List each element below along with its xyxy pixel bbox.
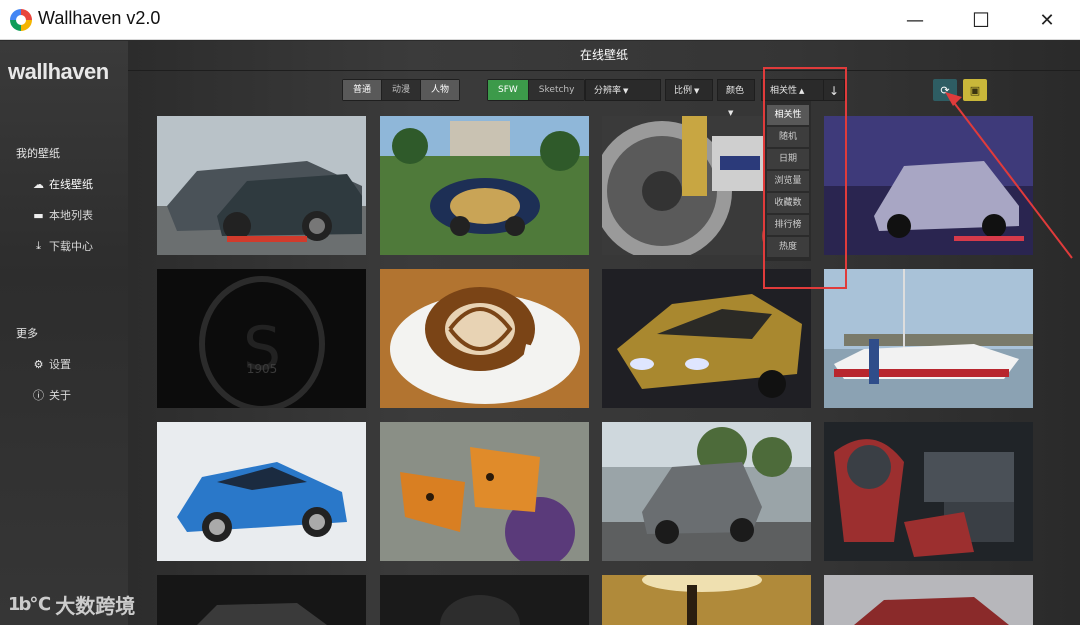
main-panel: 在线壁纸 普通 动漫 人物 SFW Sketchy 分辨率 ▼ 比例 ▼ 颜色▼ 相… — [128, 41, 1080, 625]
wallpaper-thumb[interactable] — [824, 116, 1033, 255]
sidebar-item-label: 本地列表 — [49, 209, 93, 222]
filter-toolbar: 普通 动漫 人物 SFW Sketchy 分辨率 ▼ 比例 ▼ 颜色▼ 相关性 ▲ ↓… — [128, 71, 1080, 117]
wallpaper-thumb[interactable] — [380, 575, 589, 625]
wallpaper-thumb[interactable] — [380, 269, 589, 408]
resolution-dropdown[interactable]: 分辨率 ▼ — [585, 79, 661, 101]
section-more: 更多 — [16, 327, 38, 340]
download-icon: ⤓ — [36, 239, 41, 252]
wallpaper-thumb[interactable] — [380, 422, 589, 561]
sidebar-item-downloads[interactable]: ⤓ 下载中心 — [32, 238, 93, 254]
wallpaper-thumb[interactable] — [157, 422, 366, 561]
sidebar-item-online[interactable]: ☁ 在线壁纸 — [32, 176, 93, 192]
wallpaper-thumb[interactable] — [824, 575, 1033, 625]
caret-down-icon: ▼ — [623, 87, 629, 95]
page-title: 在线壁纸 — [128, 41, 1080, 71]
caret-down-icon: ▼ — [694, 87, 700, 95]
ratio-label: 比例 — [674, 86, 693, 96]
brand-logo: wallhaven — [8, 59, 109, 84]
save-button[interactable]: ▣ — [963, 79, 987, 101]
resolution-label: 分辨率 — [594, 86, 622, 96]
wallpaper-thumb[interactable] — [602, 422, 811, 561]
category-group: 普通 动漫 人物 — [342, 79, 461, 101]
refresh-icon: ⟳ — [940, 83, 950, 97]
sort-direction-button[interactable]: ↓ — [823, 79, 845, 101]
section-my-wallpapers: 我的壁纸 — [16, 147, 60, 160]
sort-label: 相关性 — [770, 86, 798, 96]
maximize-button[interactable]: ☐ — [948, 0, 1014, 40]
sort-option-hot[interactable]: 热度 — [767, 237, 809, 257]
sidebar-item-label: 在线壁纸 — [49, 178, 93, 191]
info-icon: ⓘ — [33, 389, 44, 402]
category-general-button[interactable]: 普通 — [343, 80, 382, 100]
sort-dropdown[interactable]: 相关性 ▲ — [761, 79, 825, 101]
purity-sfw-button[interactable]: SFW — [488, 80, 528, 100]
close-button[interactable]: ✕ — [1014, 0, 1080, 40]
wallpaper-thumb[interactable]: S 1905 — [157, 269, 366, 408]
folder-icon: ▬ — [33, 208, 44, 222]
category-anime-button[interactable]: 动漫 — [382, 80, 421, 100]
wallpaper-thumb[interactable] — [157, 575, 366, 625]
window-title: Wallhaven v2.0 — [38, 8, 161, 28]
sort-option-random[interactable]: 随机 — [767, 127, 809, 147]
watermark-text: 大数跨境 — [55, 594, 136, 618]
app-logo-icon — [10, 9, 32, 31]
cloud-icon: ☁ — [33, 177, 44, 191]
minimize-button[interactable]: — — [882, 0, 948, 40]
caret-up-icon: ▲ — [799, 87, 805, 95]
purity-sketchy-button[interactable]: Sketchy — [528, 80, 585, 100]
watermark: 1b℃ 大数跨境 — [8, 590, 135, 619]
wallpaper-thumb[interactable] — [602, 575, 811, 625]
arrow-down-icon: ↓ — [828, 84, 840, 98]
gear-icon: ⚙ — [33, 357, 44, 371]
sidebar-item-label: 关于 — [49, 389, 71, 402]
purity-group: SFW Sketchy — [487, 79, 586, 101]
color-label: 颜色 — [726, 86, 745, 96]
sort-option-relevance[interactable]: 相关性 — [767, 105, 809, 125]
category-people-button[interactable]: 人物 — [421, 80, 460, 100]
sidebar-item-settings[interactable]: ⚙ 设置 — [32, 356, 71, 372]
sidebar: wallhaven 我的壁纸 ☁ 在线壁纸 ▬ 本地列表 ⤓ 下载中心 更多 ⚙… — [0, 41, 128, 625]
refresh-button[interactable]: ⟳ — [933, 79, 957, 101]
watermark-logo: 1b℃ — [8, 594, 51, 615]
sidebar-item-label: 设置 — [49, 358, 71, 371]
title-bar: Wallhaven v2.0 — ☐ ✕ — [0, 0, 1080, 40]
wallpaper-thumb[interactable] — [824, 269, 1033, 408]
sort-option-views[interactable]: 浏览量 — [767, 171, 809, 191]
ratio-dropdown[interactable]: 比例 ▼ — [665, 79, 713, 101]
sort-options-menu: 相关性 随机 日期 浏览量 收藏数 排行榜 热度 — [765, 101, 811, 261]
wallpaper-thumb[interactable] — [157, 116, 366, 255]
sort-option-date[interactable]: 日期 — [767, 149, 809, 169]
save-icon: ▣ — [969, 83, 981, 97]
color-dropdown[interactable]: 颜色▼ — [717, 79, 755, 117]
svg-text:1905: 1905 — [247, 362, 278, 376]
sort-option-toplist[interactable]: 排行榜 — [767, 215, 809, 235]
sidebar-item-label: 下载中心 — [49, 240, 93, 253]
wallpaper-thumb[interactable] — [602, 269, 811, 408]
sidebar-item-about[interactable]: ⓘ 关于 — [32, 387, 71, 403]
wallpaper-thumb[interactable] — [824, 422, 1033, 561]
sort-option-favorites[interactable]: 收藏数 — [767, 193, 809, 213]
sidebar-item-local[interactable]: ▬ 本地列表 — [32, 207, 93, 223]
wallpaper-thumb[interactable] — [380, 116, 589, 255]
